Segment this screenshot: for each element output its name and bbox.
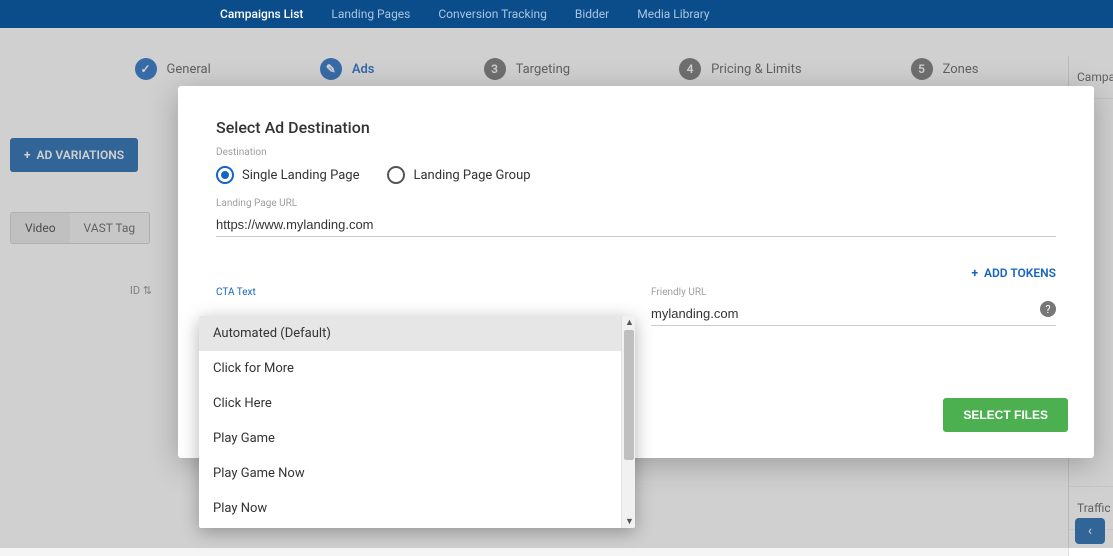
friendly-url-input[interactable] — [651, 302, 1056, 326]
step-number: 5 — [911, 58, 933, 80]
scroll-down-icon[interactable]: ▼ — [625, 516, 634, 527]
left-column: + AD VARIATIONS Video VAST Tag ID ⇅ — [10, 138, 160, 297]
cta-option[interactable]: Play Game Now — [199, 456, 621, 491]
step-number: 4 — [679, 58, 701, 80]
nav-landing-pages[interactable]: Landing Pages — [331, 0, 410, 28]
radio-single-landing[interactable]: Single Landing Page — [216, 166, 359, 184]
pencil-icon — [320, 58, 342, 80]
cta-option[interactable]: Click for More — [199, 351, 621, 386]
collapse-sidebar-button[interactable]: ‹ — [1075, 518, 1105, 544]
check-icon — [135, 58, 157, 80]
cta-option[interactable]: Click Here — [199, 386, 621, 421]
radio-landing-group[interactable]: Landing Page Group — [387, 166, 530, 184]
column-id: ID ⇅ — [10, 284, 160, 297]
add-tokens-button[interactable]: + ADD TOKENS — [971, 266, 1056, 280]
friendly-url-label: Friendly URL — [651, 287, 1056, 298]
creative-type-tabs: Video VAST Tag — [10, 212, 150, 244]
plus-icon: + — [971, 266, 978, 280]
help-icon[interactable]: ? — [1040, 301, 1056, 317]
nav-conversion-tracking[interactable]: Conversion Tracking — [438, 0, 547, 28]
cta-option[interactable]: Play Game — [199, 421, 621, 456]
add-variations-button[interactable]: + AD VARIATIONS — [10, 138, 138, 172]
tab-vast-tag[interactable]: VAST Tag — [70, 213, 150, 243]
step-ads[interactable]: Ads — [320, 58, 375, 80]
chevron-left-icon: ‹ — [1088, 523, 1092, 539]
step-pricing[interactable]: 4 Pricing & Limits — [679, 58, 801, 80]
plus-icon: + — [24, 148, 31, 162]
top-nav: Campaigns List Landing Pages Conversion … — [0, 0, 1113, 28]
cta-option[interactable]: Play Now — [199, 491, 621, 526]
landing-url-label: Landing Page URL — [216, 198, 1056, 209]
select-files-button[interactable]: SELECT FILES — [943, 398, 1068, 432]
radio-icon — [387, 166, 405, 184]
cta-dropdown: Automated (Default) Click for More Click… — [199, 316, 635, 528]
cta-option[interactable]: Automated (Default) — [199, 316, 621, 351]
modal-title: Select Ad Destination — [216, 118, 1056, 137]
step-number: 3 — [484, 58, 506, 80]
scroll-up-icon[interactable]: ▲ — [625, 317, 634, 328]
nav-bidder[interactable]: Bidder — [575, 0, 609, 28]
radio-icon — [216, 166, 234, 184]
destination-radios: Single Landing Page Landing Page Group — [216, 166, 1056, 184]
dropdown-scrollbar[interactable]: ▲ ▼ — [621, 316, 635, 528]
tab-video[interactable]: Video — [11, 213, 70, 243]
scroll-thumb[interactable] — [624, 330, 634, 460]
cta-option-list: Automated (Default) Click for More Click… — [199, 316, 621, 528]
sort-icon[interactable]: ⇅ — [143, 284, 152, 297]
step-general[interactable]: General — [135, 58, 211, 80]
step-targeting[interactable]: 3 Targeting — [484, 58, 570, 80]
nav-campaigns-list[interactable]: Campaigns List — [220, 0, 303, 28]
nav-media-library[interactable]: Media Library — [637, 0, 709, 28]
step-zones[interactable]: 5 Zones — [911, 58, 979, 80]
destination-label: Destination — [216, 147, 1056, 158]
cta-label: CTA Text — [216, 287, 621, 298]
landing-url-input[interactable] — [216, 213, 1056, 237]
